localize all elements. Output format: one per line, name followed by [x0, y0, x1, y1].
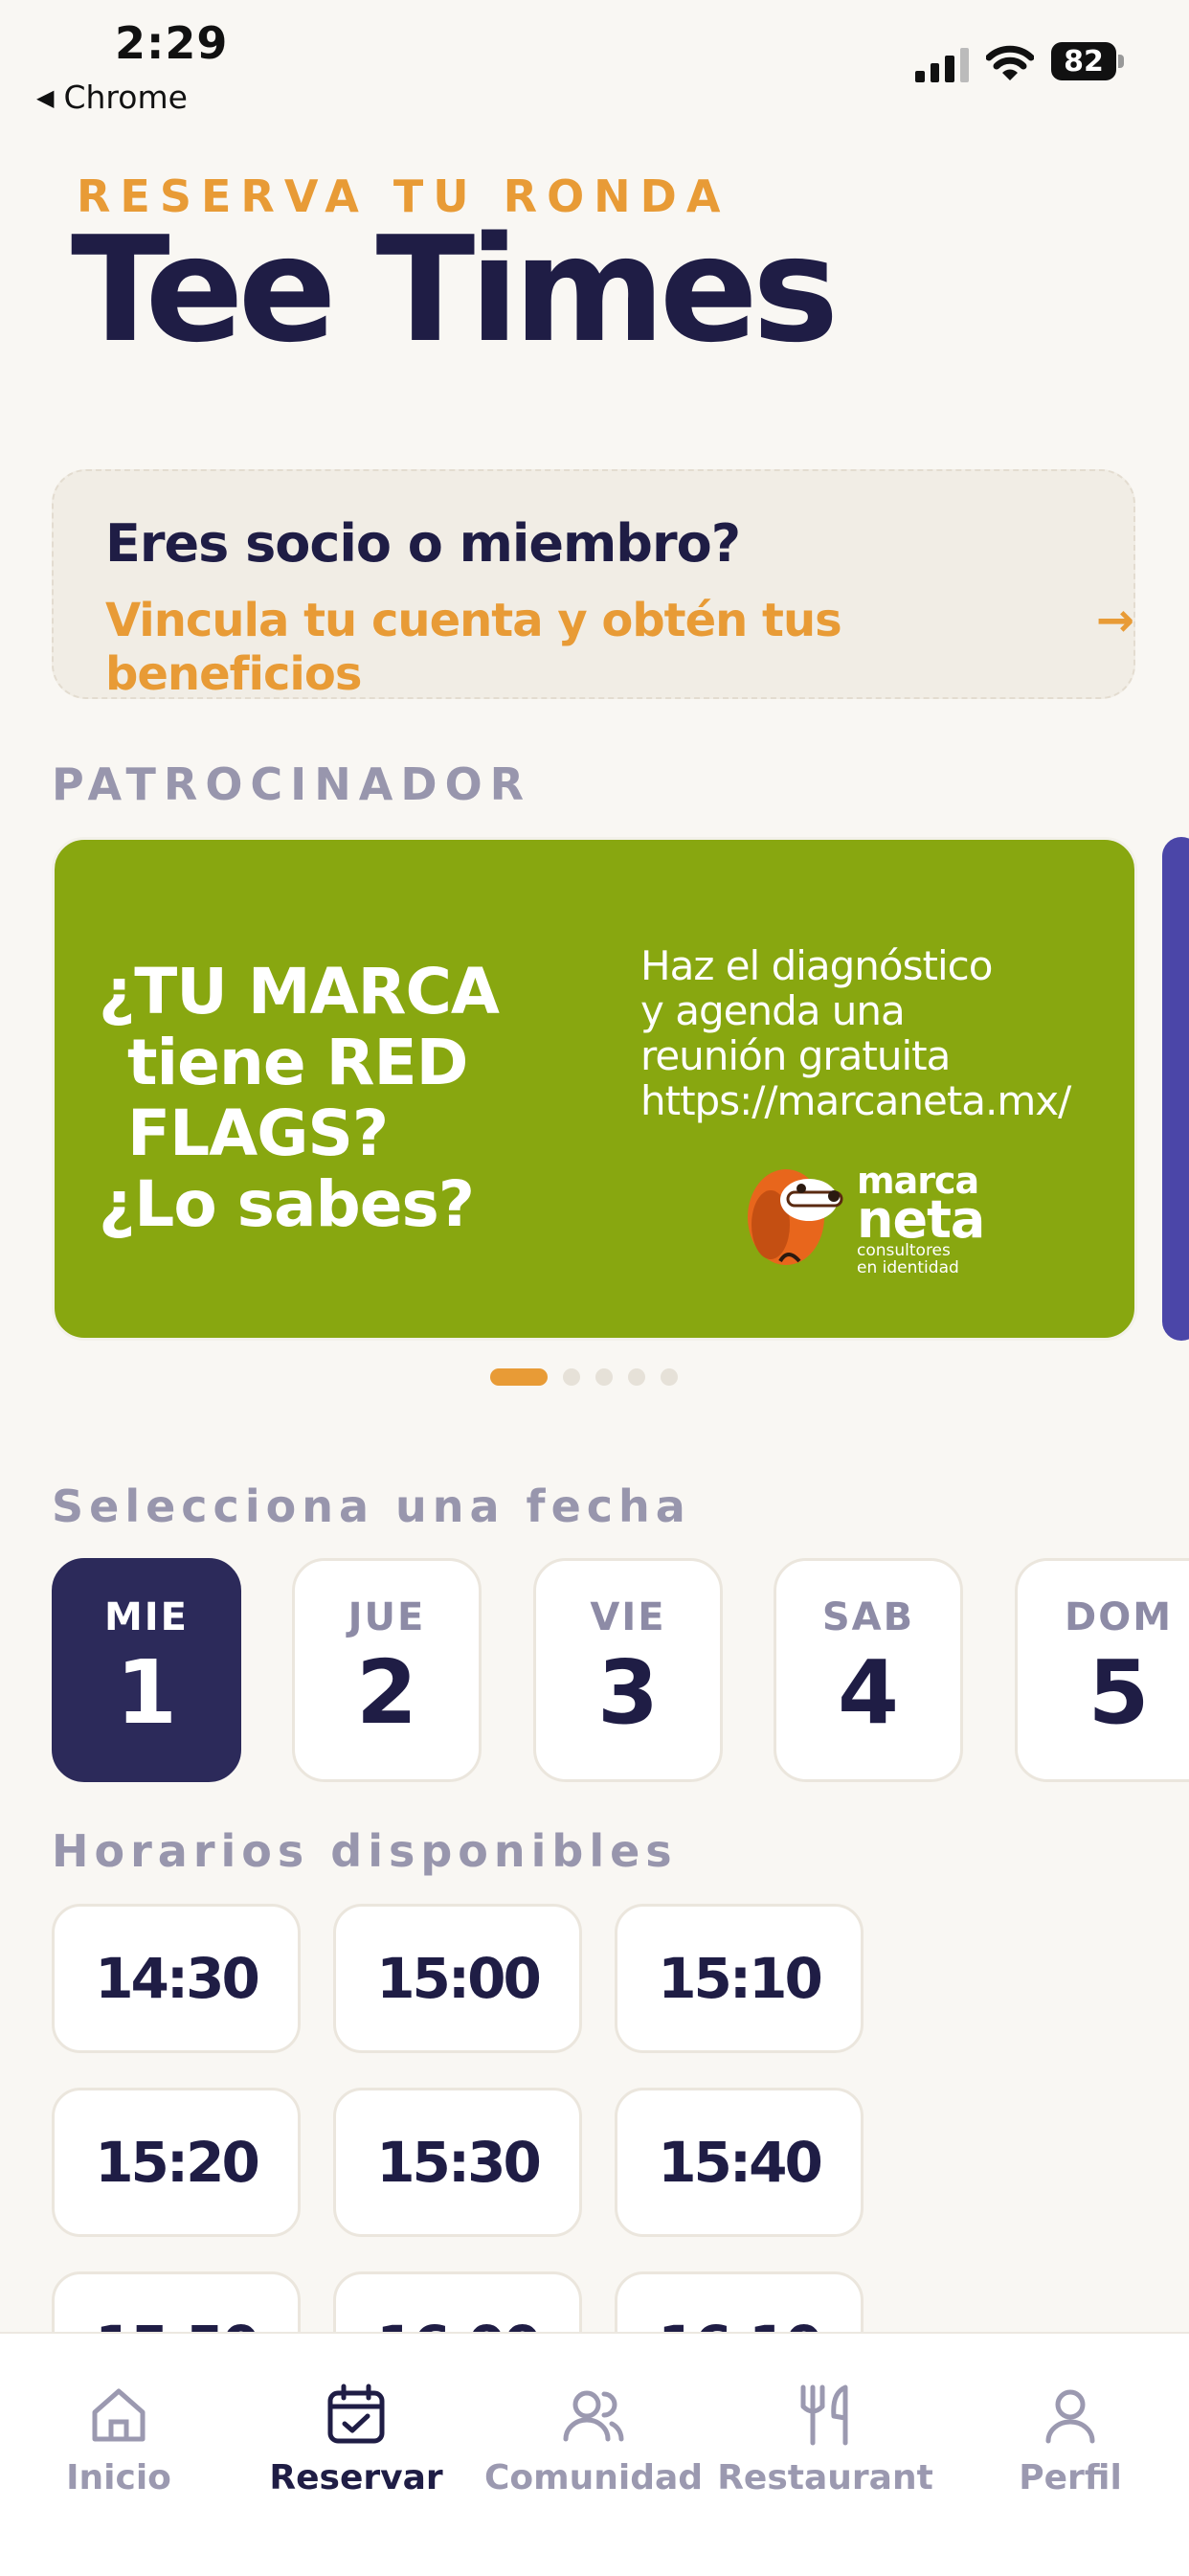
back-app-label: Chrome — [63, 79, 188, 116]
banner-copy-line: y agenda una — [640, 987, 906, 1034]
banner-copy-line: reunión gratuita — [640, 1032, 951, 1079]
banner-headline-line: tiene RED — [127, 1026, 468, 1099]
tab-label: Reservar — [269, 2458, 443, 2497]
battery-level: 82 — [1051, 42, 1116, 80]
battery-icon: 82 — [1051, 42, 1126, 80]
banner-copy-line: Haz el diagnóstico — [640, 942, 993, 989]
carousel-dot[interactable] — [490, 1368, 548, 1386]
user-icon — [1045, 2389, 1095, 2444]
date-weekday: MIE — [103, 1595, 189, 1639]
users-icon — [563, 2390, 624, 2442]
bottom-tab-bar: Inicio Reservar Comunidad Restaurant Per… — [0, 2332, 1189, 2576]
banner-copy: Haz el diagnóstico y agenda una reunión … — [640, 943, 1119, 1123]
time-slot[interactable]: 15:20 — [52, 2088, 301, 2237]
banner-headline-line: FLAGS? — [127, 1096, 389, 1170]
link-account-link[interactable]: Vincula tu cuenta y obtén tus beneficios… — [105, 594, 1134, 701]
calendar-check-icon — [327, 2384, 385, 2444]
time-slot[interactable]: 15:40 — [615, 2088, 864, 2237]
dog-logo-icon — [748, 1169, 843, 1265]
carousel-dot[interactable] — [563, 1368, 580, 1386]
banner-headline-line: ¿TU MARCA — [99, 955, 500, 1028]
sponsor-section-label: PATROCINADOR — [52, 758, 532, 810]
date-option[interactable]: VIE 3 — [533, 1558, 723, 1782]
member-question: Eres socio o miembro? — [105, 513, 741, 574]
banner-headline: ¿TU MARCA tiene RED FLAGS? ¿Lo sabes? — [99, 957, 616, 1240]
tab-label: Perfil — [1019, 2458, 1122, 2497]
tab-label: Inicio — [66, 2458, 171, 2497]
utensils-icon — [800, 2384, 848, 2446]
date-weekday: DOM — [1064, 1595, 1173, 1639]
carousel-dot[interactable] — [595, 1368, 613, 1386]
tab-reservar[interactable]: Reservar — [237, 2334, 475, 2525]
banner-headline-line: ¿Lo sabes? — [99, 1167, 475, 1241]
date-day: 5 — [1088, 1641, 1150, 1744]
back-to-app-button[interactable]: ◀ Chrome — [36, 79, 188, 116]
date-day: 3 — [596, 1641, 659, 1744]
arrow-right-icon: → — [1095, 594, 1134, 647]
home-icon — [92, 2388, 146, 2442]
tab-restaurant[interactable]: Restaurant — [712, 2334, 938, 2525]
tab-label: Comunidad — [483, 2458, 704, 2497]
next-banner-peek[interactable] — [1162, 837, 1189, 1341]
status-time: 2:29 — [115, 17, 229, 69]
date-weekday: VIE — [590, 1595, 666, 1639]
date-option[interactable]: SAB 4 — [774, 1558, 963, 1782]
date-day: 2 — [355, 1641, 417, 1744]
page-title: Tee Times — [71, 205, 839, 374]
date-weekday: SAB — [821, 1595, 915, 1639]
date-day: 1 — [115, 1641, 177, 1744]
time-slot[interactable]: 14:30 — [52, 1904, 301, 2053]
link-account-card[interactable]: Eres socio o miembro? Vincula tu cuenta … — [52, 469, 1135, 701]
tab-inicio[interactable]: Inicio — [0, 2334, 237, 2525]
link-account-label: Vincula tu cuenta y obtén tus beneficios — [105, 594, 842, 701]
cellular-signal-icon — [915, 48, 969, 82]
carousel-dot[interactable] — [661, 1368, 678, 1386]
carousel-dots — [490, 1367, 678, 1387]
back-triangle-icon: ◀ — [36, 83, 55, 111]
sponsor-banner[interactable]: ¿TU MARCA tiene RED FLAGS? ¿Lo sabes? Ha… — [52, 837, 1137, 1341]
tab-comunidad[interactable]: Comunidad — [475, 2334, 712, 2525]
date-section-label: Selecciona una fecha — [52, 1480, 691, 1532]
date-option[interactable]: DOM 5 — [1015, 1558, 1189, 1782]
wifi-icon — [986, 45, 1034, 80]
tab-perfil[interactable]: Perfil — [952, 2334, 1189, 2525]
times-section-label: Horarios disponibles — [52, 1825, 678, 1877]
brand-line: neta — [857, 1189, 985, 1250]
sponsor-brand-logo: marca neta consultores en identidad — [857, 1163, 985, 1277]
time-slot[interactable]: 15:00 — [333, 1904, 582, 2053]
tab-label: Restaurant — [717, 2458, 933, 2497]
date-option[interactable]: JUE 2 — [292, 1558, 482, 1782]
date-day: 4 — [837, 1641, 899, 1744]
time-slot[interactable]: 15:30 — [333, 2088, 582, 2237]
carousel-dot[interactable] — [628, 1368, 645, 1386]
date-weekday: JUE — [348, 1595, 426, 1639]
banner-url: https://marcaneta.mx/ — [640, 1077, 1071, 1124]
brand-tagline: en identidad — [857, 1258, 959, 1277]
time-slot[interactable]: 15:10 — [615, 1904, 864, 2053]
date-option[interactable]: MIE 1 — [52, 1558, 241, 1782]
